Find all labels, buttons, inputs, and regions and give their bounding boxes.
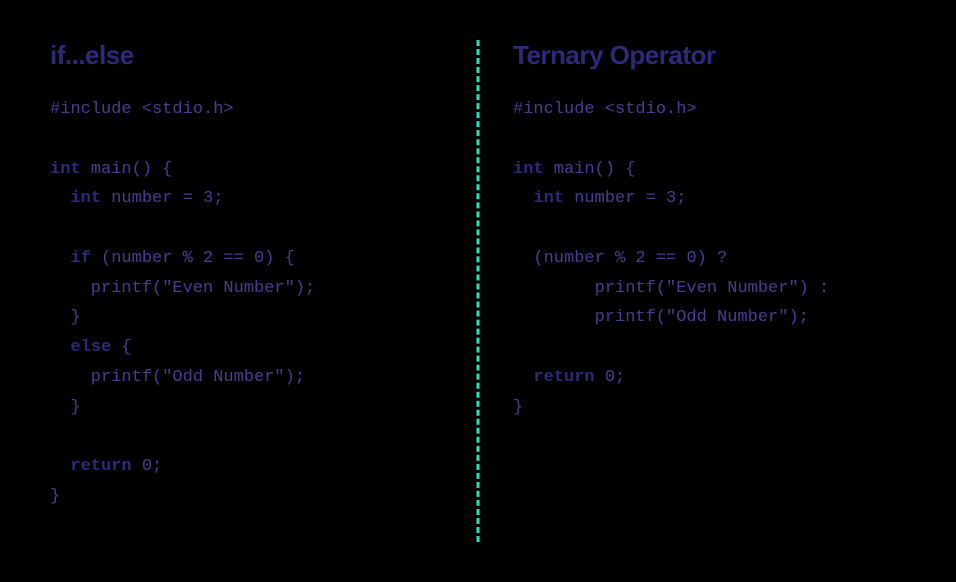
number-literal: 0: [605, 368, 615, 387]
left-heading: if...else: [50, 40, 443, 71]
code-text: ) :: [799, 279, 830, 298]
keyword-if: if: [70, 249, 90, 268]
code-text: (number %: [91, 249, 203, 268]
number-literal: 2: [203, 249, 213, 268]
string-literal: "Even Number": [162, 279, 295, 298]
code-text: printf(: [50, 279, 162, 298]
number-literal: 0: [686, 249, 696, 268]
code-text: ==: [213, 249, 254, 268]
code-text: [50, 189, 70, 208]
code-line: #include <stdio.h>: [50, 100, 234, 119]
code-text: [50, 457, 70, 476]
keyword-int: int: [513, 160, 544, 179]
right-code-block: #include <stdio.h> int main() { int numb…: [513, 95, 906, 422]
code-text: {: [111, 338, 131, 357]
code-text: main() {: [81, 160, 173, 179]
code-text: ) ?: [697, 249, 728, 268]
number-literal: 3: [666, 189, 676, 208]
keyword-int: int: [50, 160, 81, 179]
number-literal: 0: [254, 249, 264, 268]
code-text: printf(: [513, 308, 666, 327]
code-text: [132, 457, 142, 476]
code-text: [513, 189, 533, 208]
number-literal: 0: [142, 457, 152, 476]
string-literal: "Odd Number": [666, 308, 788, 327]
code-text: main() {: [544, 160, 636, 179]
vertical-divider: [477, 40, 480, 542]
code-text: [595, 368, 605, 387]
string-literal: "Odd Number": [162, 368, 284, 387]
number-literal: 2: [635, 249, 645, 268]
keyword-return: return: [70, 457, 131, 476]
code-text: ;: [615, 368, 625, 387]
code-text: ;: [152, 457, 162, 476]
code-text: [50, 338, 70, 357]
code-text: );: [295, 279, 315, 298]
keyword-int: int: [70, 189, 101, 208]
keyword-int: int: [533, 189, 564, 208]
right-heading: Ternary Operator: [513, 40, 906, 71]
code-text: ) {: [264, 249, 295, 268]
code-line: }: [513, 398, 523, 417]
left-column: if...else #include <stdio.h> int main() …: [50, 40, 473, 542]
code-text: ==: [646, 249, 687, 268]
code-text: printf(: [513, 279, 666, 298]
code-text: number =: [101, 189, 203, 208]
code-text: ;: [213, 189, 223, 208]
code-text: printf(: [50, 368, 162, 387]
number-literal: 3: [203, 189, 213, 208]
code-text: );: [285, 368, 305, 387]
keyword-else: else: [70, 338, 111, 357]
code-text: [513, 368, 533, 387]
code-line: }: [50, 308, 81, 327]
code-text: (number %: [513, 249, 635, 268]
left-code-block: #include <stdio.h> int main() { int numb…: [50, 95, 443, 512]
right-column: Ternary Operator #include <stdio.h> int …: [473, 40, 906, 542]
code-text: [50, 249, 70, 268]
code-line: }: [50, 487, 60, 506]
keyword-return: return: [533, 368, 594, 387]
code-line: #include <stdio.h>: [513, 100, 697, 119]
string-literal: "Even Number": [666, 279, 799, 298]
code-text: number =: [564, 189, 666, 208]
code-text: );: [788, 308, 808, 327]
code-text: ;: [676, 189, 686, 208]
code-line: }: [50, 398, 81, 417]
